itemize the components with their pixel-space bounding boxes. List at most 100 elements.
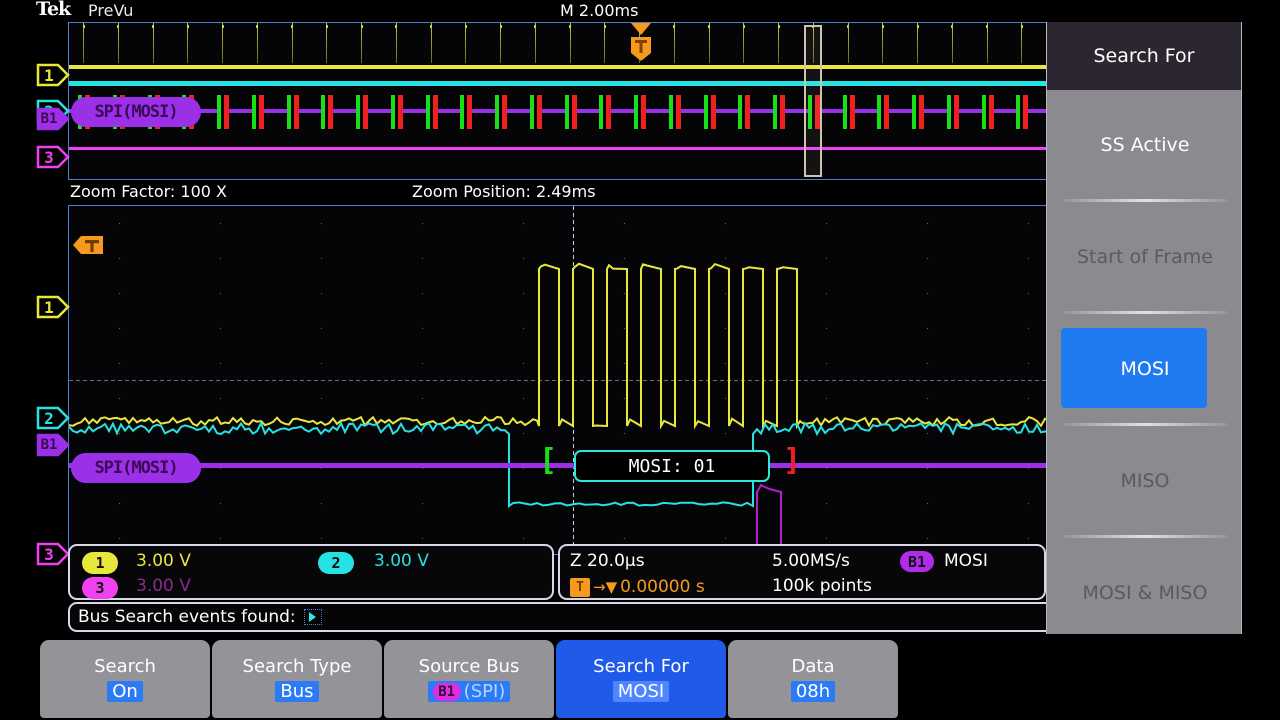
readout-ch3-pill[interactable]: 3	[82, 577, 118, 599]
menu-item-ss-active[interactable]: SS Active	[1053, 90, 1237, 199]
overview-bus-packet	[460, 95, 472, 129]
overview-clock-tick-dot	[326, 25, 328, 28]
overview-clock-tick-dot	[430, 25, 432, 28]
overview-clock-tick	[222, 23, 223, 63]
overview-clock-tick-dot	[743, 25, 745, 28]
overview-clock-tick	[882, 23, 883, 63]
overview-bus-packet	[912, 95, 924, 129]
sample-rate-value: 5.00MS/s	[772, 551, 850, 571]
menu-item-mosi-and-miso[interactable]: MOSI & MISO	[1053, 538, 1237, 647]
overview-bus-packet	[495, 95, 507, 129]
zoom-factor-label: Zoom Factor: 100 X	[70, 182, 227, 201]
bezel-button-search-for[interactable]: Search For MOSI	[556, 640, 726, 718]
readout-ch2-value: 3.00 V	[374, 551, 429, 571]
overview-clock-tick	[778, 23, 779, 63]
overview-clock-tick-dot	[604, 25, 606, 28]
zoom-info-strip: Zoom Factor: 100 X Zoom Position: 2.49ms	[68, 181, 1078, 205]
bus-b1-pill: B1	[433, 683, 461, 701]
overview-bus-packet	[565, 95, 577, 129]
menu-item-label: MOSI & MISO	[1083, 582, 1208, 604]
overview-clock-tick	[952, 23, 953, 63]
overview-bus-packet	[530, 95, 542, 129]
zoom-bus-trace	[69, 463, 1077, 468]
overview-clock-tick-dot	[395, 25, 397, 28]
packet-start-bracket: [	[539, 446, 557, 476]
overview-clock-tick	[83, 23, 84, 63]
bezel-title: Source Bus	[419, 656, 520, 677]
tek-logo: Tek	[36, 0, 70, 20]
bezel-button-search-type[interactable]: Search Type Bus	[212, 640, 382, 718]
zoom-timebase-value: Z 20.0µs	[570, 551, 645, 571]
overview-clock-tick	[535, 23, 536, 63]
search-event-marker-icon[interactable]	[304, 609, 322, 625]
overview-bus-badge[interactable]: B1	[36, 106, 70, 132]
trigger-position-marker-icon[interactable]	[629, 23, 653, 63]
readout-ch2-pill[interactable]: 2	[318, 552, 354, 574]
overview-bus-packet	[773, 95, 785, 129]
bezel-button-search[interactable]: Search On	[40, 640, 210, 718]
overview-bus-packet	[599, 95, 611, 129]
overview-bus-packet	[356, 95, 368, 129]
trigger-position-readout: T →▼ 0.00000 s	[570, 577, 705, 597]
bezel-button-source-bus[interactable]: Source Bus B1 (SPI)	[384, 640, 554, 718]
overview-clock-tick-dot	[83, 25, 85, 28]
trigger-arrow-icon: →▼	[593, 578, 617, 596]
overview-clock-tick-dot	[291, 25, 293, 28]
overview-bus-packet	[426, 95, 438, 129]
overview-bus-packet	[217, 95, 229, 129]
side-menu: Search For SS Active Start of Frame MOSI…	[1046, 22, 1242, 634]
overview-bus-packet	[982, 95, 994, 129]
overview-bus-packet	[1016, 95, 1028, 129]
overview-clock-tick	[431, 23, 432, 63]
record-length-value: 100k points	[772, 576, 872, 596]
overview-clock-tick	[604, 23, 605, 63]
menu-item-label: MISO	[1120, 470, 1169, 492]
bezel-value: On	[107, 681, 143, 702]
overview-clock-tick-dot	[152, 25, 154, 28]
overview-clock-tick	[396, 23, 397, 63]
overview-bus-packet	[321, 95, 333, 129]
zoom-ch1-badge[interactable]: 1	[36, 294, 70, 320]
overview-ch1-trace	[69, 65, 1077, 69]
bezel-button-data[interactable]: Data 08h	[728, 640, 898, 718]
overview-clock-tick	[257, 23, 258, 63]
readout-ch1-value: 3.00 V	[136, 551, 191, 571]
readout-ch1-pill[interactable]: 1	[82, 552, 118, 574]
bus-decode-value[interactable]: MOSI: 01	[574, 450, 770, 482]
bezel-title: Search For	[593, 656, 689, 677]
trigger-position-value: 0.00000 s	[620, 577, 705, 597]
overview-bus-packet	[669, 95, 681, 129]
overview-ch1-badge[interactable]: 1	[36, 62, 70, 88]
overview-clock-tick	[987, 23, 988, 63]
overview-clock-tick-dot	[500, 25, 502, 28]
overview-clock-tick-dot	[256, 25, 258, 28]
readout-bus-pill[interactable]: B1	[900, 551, 934, 572]
zoom-ch2-badge[interactable]: 2	[36, 405, 70, 431]
zoom-graticule[interactable]: SPI(MOSI) [ ] MOSI: 01	[68, 205, 1078, 555]
menu-item-mosi[interactable]: MOSI	[1053, 314, 1237, 423]
overview-clock-tick	[361, 23, 362, 63]
zoom-region-box[interactable]	[804, 25, 822, 177]
overview-ch3-badge[interactable]: 3	[36, 144, 70, 170]
overview-clock-tick	[1021, 23, 1022, 63]
bezel-title: Data	[792, 656, 835, 677]
overview-bus-packet	[704, 95, 716, 129]
overview-clock-tick-dot	[986, 25, 988, 28]
menu-item-miso[interactable]: MISO	[1053, 426, 1237, 535]
overview-clock-tick	[153, 23, 154, 63]
top-status-bar: Tek PreVu M 2.00ms	[0, 0, 1280, 22]
zoom-ch3-badge[interactable]: 3	[36, 541, 70, 567]
bezel-title: Search Type	[243, 656, 352, 677]
overview-clock-tick	[118, 23, 119, 63]
zoom-trigger-marker-icon[interactable]	[71, 232, 105, 258]
menu-item-start-of-frame[interactable]: Start of Frame	[1053, 202, 1237, 311]
overview-clock-tick	[500, 23, 501, 63]
overview-ch3-trace	[69, 147, 1077, 150]
overview-clock-tick-dot	[222, 25, 224, 28]
overview-clock-tick-dot	[465, 25, 467, 28]
overview-clock-tick-dot	[847, 25, 849, 28]
readout-ch3-value: 3.00 V	[136, 576, 191, 596]
zoom-bus-badge[interactable]: B1	[36, 432, 70, 458]
overview-graticule[interactable]: SPI(MOSI)	[68, 22, 1078, 180]
vertical-settings-readout: 1 3.00 V 2 3.00 V 3 3.00 V	[68, 544, 554, 600]
